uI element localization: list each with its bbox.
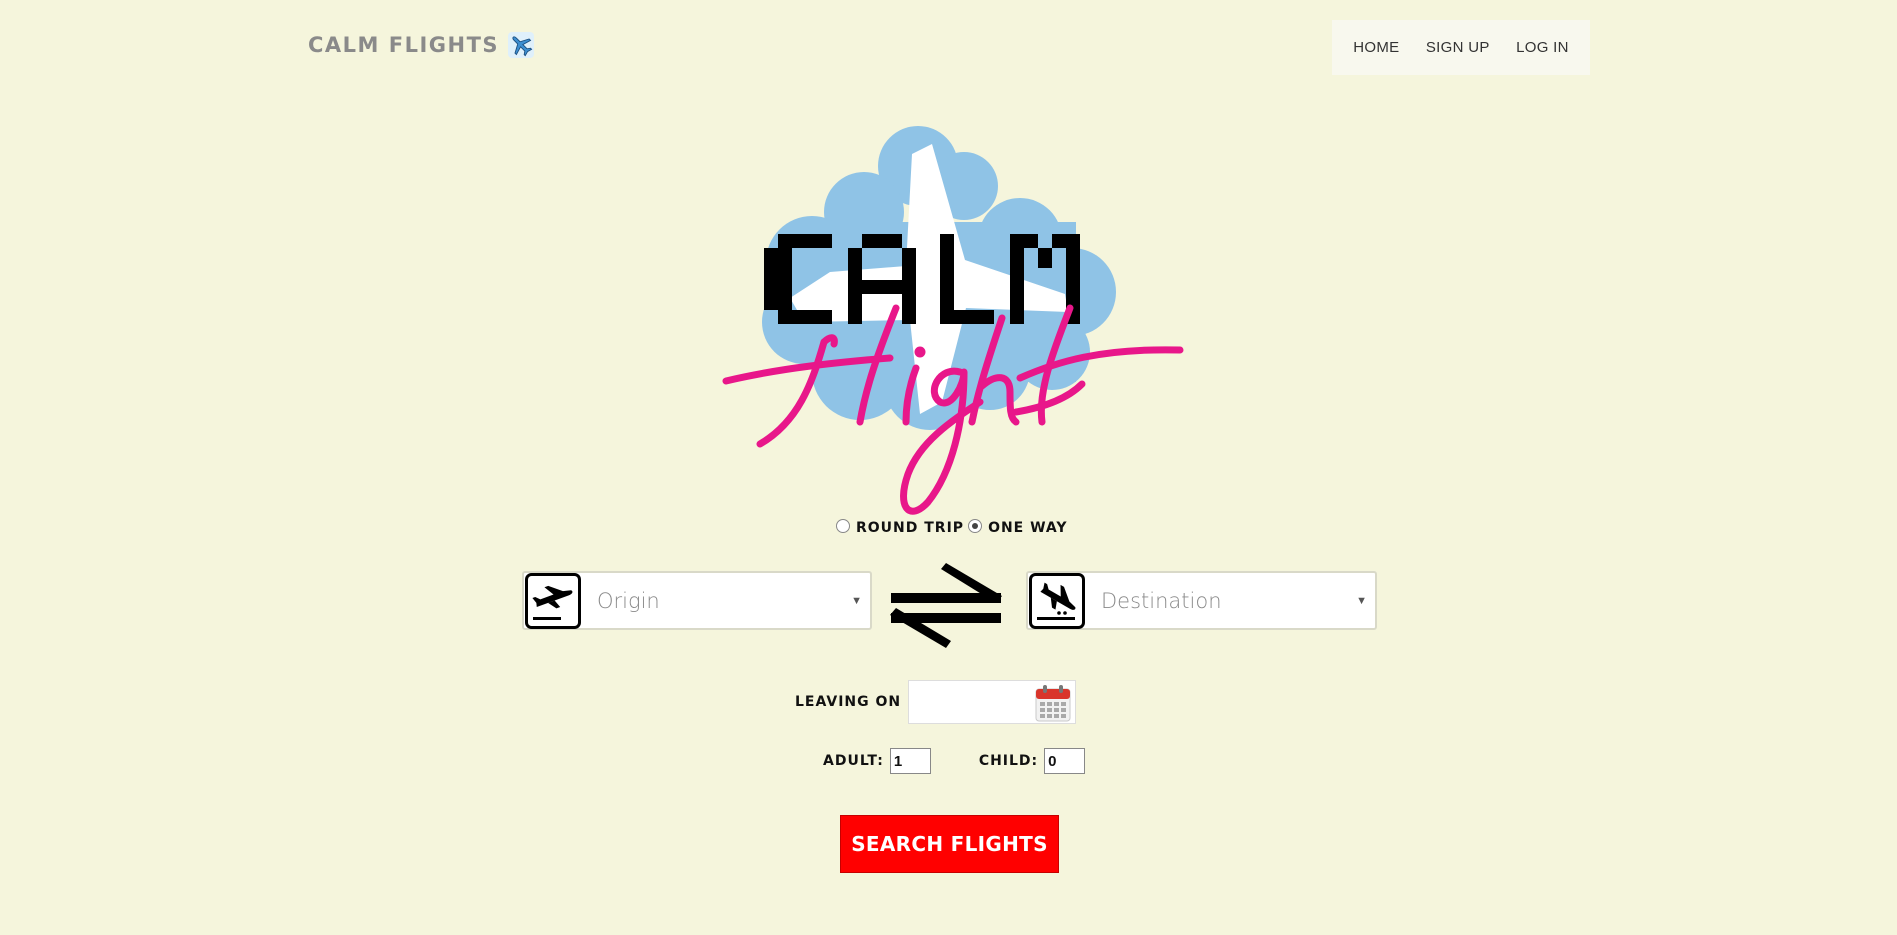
child-label: CHILD: (978, 753, 1039, 769)
passengers-group: ADULT: CHILD: (823, 748, 1086, 774)
one-way-option[interactable]: ONE WAY (968, 519, 1068, 536)
round-trip-radio[interactable] (836, 519, 850, 533)
adult-count-input[interactable] (889, 748, 931, 774)
trip-type-group: ROUND TRIP ONE WAY (836, 519, 1072, 536)
brand-link[interactable]: CALM FLIGHTS (308, 31, 535, 59)
nav-home[interactable]: HOME (1345, 33, 1407, 62)
top-nav: HOME SIGN UP LOG IN (1332, 20, 1590, 75)
departures-icon (525, 572, 581, 629)
destination-placeholder: Destination (1101, 588, 1222, 613)
destination-select[interactable]: Destination ▼ (1026, 571, 1377, 630)
nav-log-in[interactable]: LOG IN (1508, 33, 1577, 62)
one-way-radio[interactable] (968, 519, 983, 533)
leaving-on-label: LEAVING ON (795, 694, 902, 710)
one-way-label: ONE WAY (988, 520, 1068, 536)
search-flights-button[interactable]: SEARCH FLIGHTS (840, 815, 1059, 873)
leaving-on-date-input[interactable] (908, 680, 1077, 724)
adult-label: ADULT: (823, 753, 884, 769)
chevron-down-icon: ▼ (851, 594, 862, 607)
leaving-on-group: LEAVING ON (795, 680, 1077, 724)
brand-name: CALM FLIGHTS (308, 33, 500, 57)
child-count-input[interactable] (1044, 748, 1086, 774)
airplane-icon (507, 31, 535, 59)
round-trip-option[interactable]: ROUND TRIP (836, 519, 965, 536)
page: CALM FLIGHTS HOME SIGN UP LOG IN ROUND T… (0, 0, 1897, 935)
chevron-down-icon: ▼ (1356, 594, 1367, 607)
nav-sign-up[interactable]: SIGN UP (1418, 33, 1498, 62)
calm-flight-logo (720, 122, 1190, 517)
origin-select[interactable]: Origin ▼ (522, 571, 872, 630)
arrivals-icon (1029, 572, 1085, 629)
swap-button[interactable] (886, 563, 1006, 648)
origin-placeholder: Origin (597, 588, 660, 613)
calendar-icon[interactable] (1035, 684, 1071, 722)
round-trip-label: ROUND TRIP (856, 520, 965, 536)
swap-arrows-icon (890, 563, 1002, 648)
